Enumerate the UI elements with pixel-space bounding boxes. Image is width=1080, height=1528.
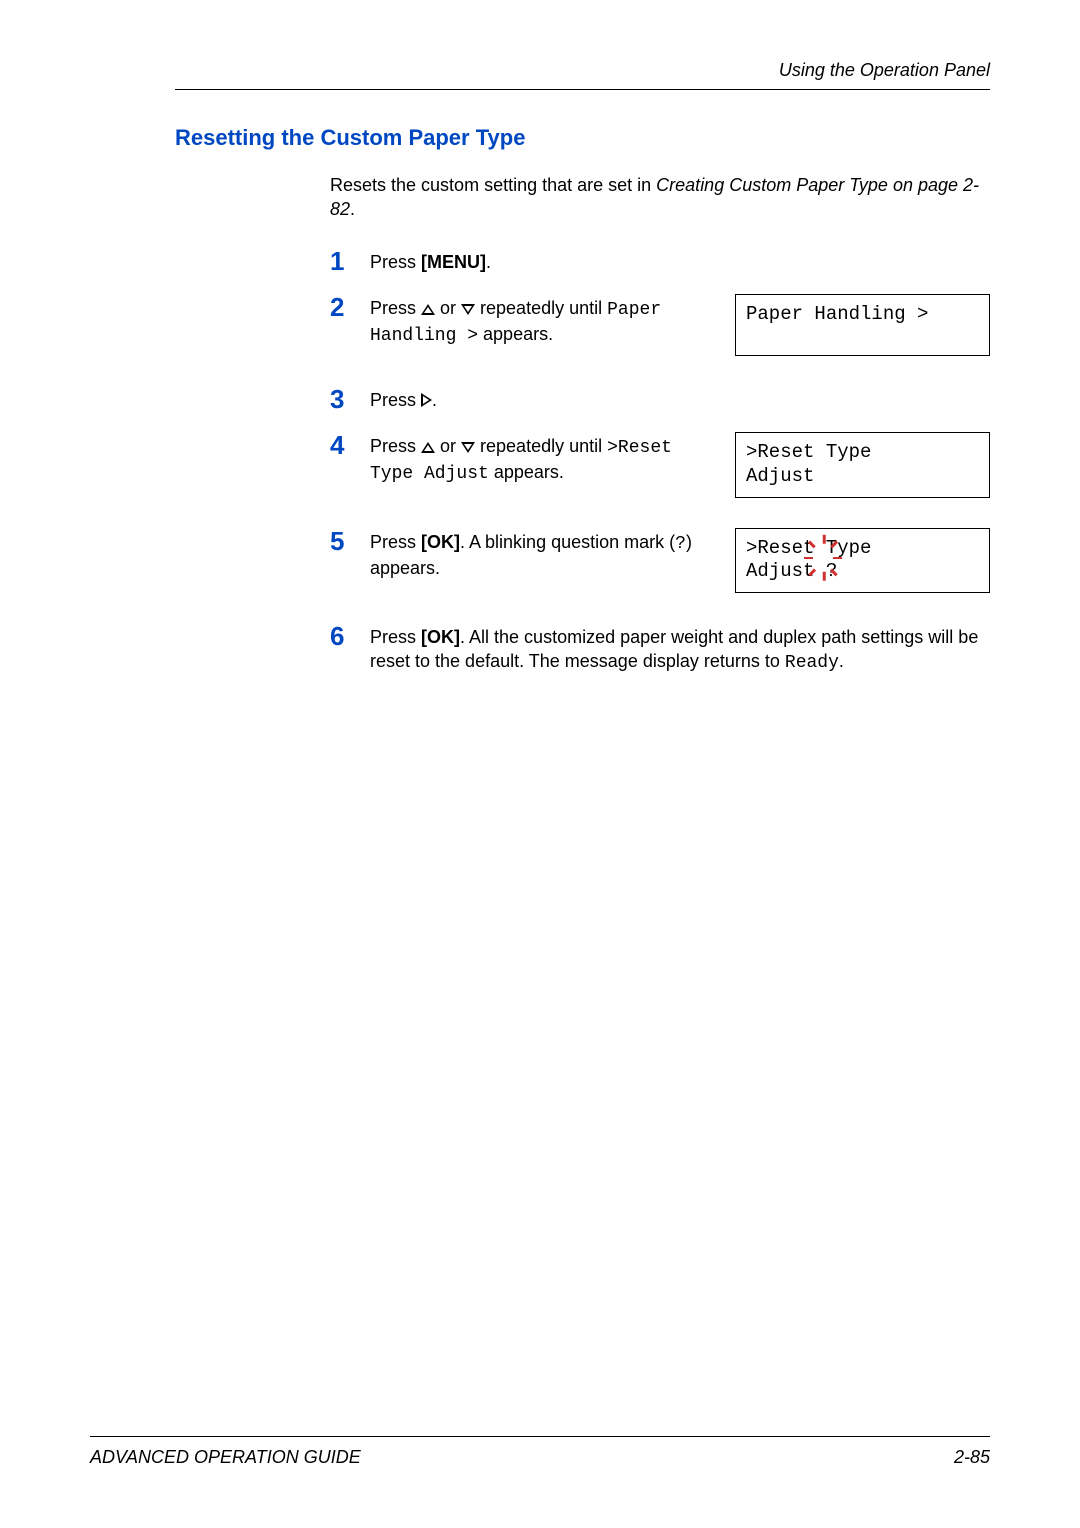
down-triangle-icon (461, 304, 475, 315)
step-text: . All the customized paper weight and du… (370, 627, 978, 671)
intro-text: Resets the custom setting that are set i… (330, 175, 656, 195)
code-text: ? (675, 534, 686, 554)
footer-row: ADVANCED OPERATION GUIDE 2-85 (90, 1447, 990, 1468)
up-triangle-icon (421, 442, 435, 453)
step-content: Press or repeatedly until Paper Handling… (370, 296, 990, 356)
step-number: 1 (330, 248, 370, 274)
lcd-display: >Reset Type Adjust ? (735, 528, 990, 594)
step-content: Press [MENU]. (370, 250, 990, 274)
step-text: Press (370, 532, 421, 552)
ok-button-label: [OK] (421, 627, 460, 647)
step-6: 6 Press [OK]. All the customized paper w… (330, 625, 990, 676)
step-number: 5 (330, 528, 370, 554)
step-text: repeatedly until (475, 298, 607, 318)
step-text: Press (370, 298, 421, 318)
display-line: >Reset Type Adjust (746, 441, 871, 487)
display-line: Adjust ? (746, 560, 979, 584)
step-2: 2 Press or repeatedly until Paper Handli… (330, 296, 990, 356)
intro-paragraph: Resets the custom setting that are set i… (330, 173, 990, 222)
step-number: 4 (330, 432, 370, 458)
page: Using the Operation Panel Resetting the … (0, 0, 1080, 1528)
step-4: 4 Press or repeatedly until >Reset Type … (330, 434, 990, 498)
step-text: . (486, 252, 491, 272)
step-text: or (435, 436, 461, 456)
intro-text-post: . (350, 199, 355, 219)
step-text: Press (370, 436, 421, 456)
body: Resets the custom setting that are set i… (330, 173, 990, 676)
step-text: Press (370, 627, 421, 647)
blinking-question-mark: ? (826, 560, 837, 584)
page-footer: ADVANCED OPERATION GUIDE 2-85 (90, 1436, 990, 1468)
step-text: . (432, 390, 437, 410)
header-rule (175, 89, 990, 90)
step-text-block: Press or repeatedly until >Reset Type Ad… (370, 434, 715, 487)
step-text: . (839, 651, 844, 671)
step-content: Press [OK]. All the customized paper wei… (370, 625, 990, 676)
step-text: repeatedly until (475, 436, 607, 456)
step-content: Press . (370, 388, 990, 412)
footer-rule (90, 1436, 990, 1437)
step-5: 5 Press [OK]. A blinking question mark (… (330, 530, 990, 594)
lcd-display: Paper Handling > (735, 294, 990, 356)
step-text: Press (370, 252, 421, 272)
lcd-display: >Reset Type Adjust (735, 432, 990, 498)
code-text: Ready (785, 653, 839, 673)
down-triangle-icon (461, 442, 475, 453)
step-text: . A blinking question mark ( (460, 532, 675, 552)
running-header: Using the Operation Panel (175, 60, 990, 81)
step-text: appears. (478, 324, 553, 344)
step-text: or (435, 298, 461, 318)
display-line: >Reset Type (746, 537, 979, 561)
step-3: 3 Press . (330, 388, 990, 412)
step-number: 6 (330, 623, 370, 649)
step-text: appears. (489, 462, 564, 482)
page-number: 2-85 (954, 1447, 990, 1468)
display-line: Paper Handling > (746, 303, 928, 325)
step-number: 3 (330, 386, 370, 412)
up-triangle-icon (421, 304, 435, 315)
step-content: Press [OK]. A blinking question mark (?)… (370, 530, 990, 594)
step-text-block: Press or repeatedly until Paper Handling… (370, 296, 715, 349)
ok-button-label: [OK] (421, 532, 460, 552)
step-1: 1 Press [MENU]. (330, 250, 990, 274)
step-text-block: Press [OK]. A blinking question mark (?)… (370, 530, 715, 581)
section-title: Resetting the Custom Paper Type (175, 125, 990, 151)
right-triangle-icon (421, 393, 432, 407)
step-text: Press (370, 390, 421, 410)
step-content: Press or repeatedly until >Reset Type Ad… (370, 434, 990, 498)
display-text: Adjust (746, 560, 826, 582)
menu-button-label: [MENU] (421, 252, 486, 272)
step-number: 2 (330, 294, 370, 320)
footer-title: ADVANCED OPERATION GUIDE (90, 1447, 361, 1468)
